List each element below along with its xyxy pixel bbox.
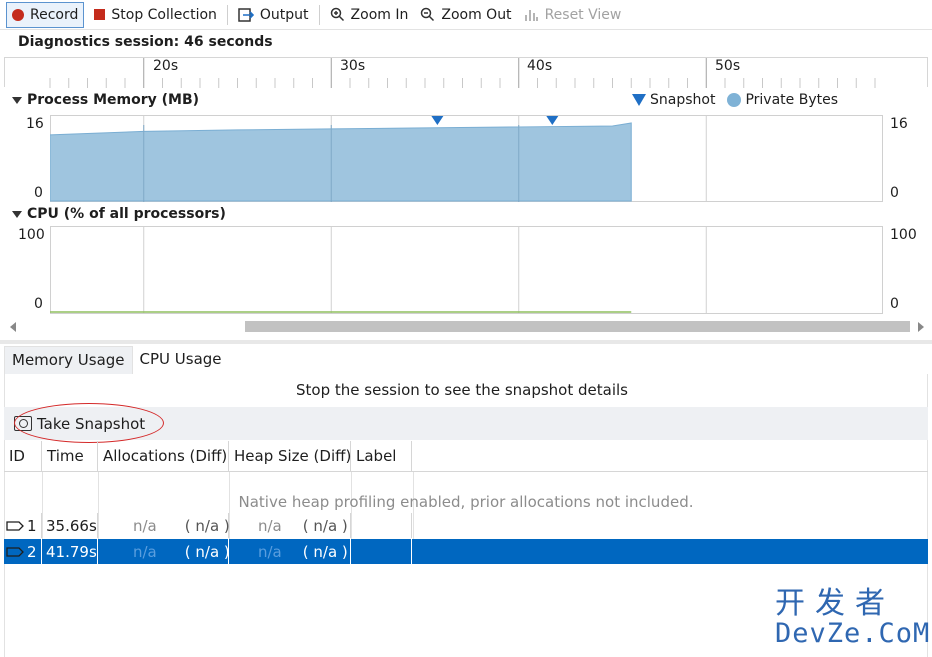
zoom-out-button[interactable]: Zoom Out [414,2,517,28]
row-id-cell: 2 [4,539,42,564]
zoom-in-label: Zoom In [350,6,409,23]
table-row[interactable]: 1 35.66s n/a ( n/a ) n/a ( n/a ) [4,513,928,538]
column-header-heap-size[interactable]: Heap Size (Diff) [229,441,351,471]
cpu-y-min-right: 0 [890,296,899,312]
tab-memory-usage[interactable]: Memory Usage [4,346,133,374]
row-id-cell: 1 [4,513,42,538]
scroll-left-icon[interactable] [10,322,16,332]
memory-y-max-right: 16 [890,116,908,132]
column-header-time[interactable]: Time [42,441,98,471]
memory-y-max-left: 16 [26,116,44,132]
tick-label-30s: 30s [340,58,366,74]
row-label[interactable] [351,513,412,538]
memory-y-min-left: 0 [34,185,43,201]
row-allocations[interactable]: n/a ( n/a ) [98,539,230,564]
scroll-right-icon[interactable] [918,322,924,332]
watermark-line2: DevZe.CoM [775,617,931,649]
stop-icon [94,9,106,20]
timeline-scrollbar[interactable] [4,319,928,335]
zoom-in-button[interactable]: Zoom In [324,2,415,28]
table-row-selected[interactable]: 2 41.79s n/a ( n/a ) n/a ( n/a ) [4,539,928,564]
row-label[interactable] [351,539,412,564]
row-allocations[interactable]: n/a ( n/a ) [98,513,230,538]
collapse-icon [12,210,22,218]
highlight-annotation [14,403,164,443]
memory-chart-title[interactable]: Process Memory (MB) [12,92,199,108]
tick-label-20s: 20s [153,58,179,74]
toolbar-separator [318,4,320,25]
row-alloc-diff: ( n/a ) [184,516,230,535]
column-header-allocations[interactable]: Allocations (Diff) [98,441,229,471]
output-icon [238,7,254,22]
record-icon [12,8,24,21]
cpu-y-max-left: 100 [18,227,45,243]
row-heap-size[interactable]: n/a ( n/a ) [229,539,351,564]
panel-splitter[interactable] [0,340,932,344]
snapshot-marker-icon [632,94,646,106]
snapshot-table-header: ID Time Allocations (Diff) Heap Size (Di… [4,441,928,472]
snapshot-flag-icon [6,520,24,531]
row-heap-value: n/a [258,516,282,535]
column-header-id[interactable]: ID [4,441,42,471]
row-id: 2 [27,542,37,561]
cpu-y-min-left: 0 [34,296,43,312]
tick-label-40s: 40s [527,58,553,74]
watermark-logo: 开发者 DevZe.CoM [775,588,930,648]
cpu-chart-plot[interactable] [50,226,883,314]
output-button[interactable]: Output [232,2,315,28]
row-heap-size[interactable]: n/a ( n/a ) [229,513,351,538]
ruler-ticks [49,58,876,88]
reset-view-button[interactable]: Reset View [518,2,628,28]
cpu-chart-title-label: CPU (% of all processors) [27,206,226,222]
memory-chart-title-label: Process Memory (MB) [27,92,200,108]
memory-legend: Snapshot Private Bytes [632,92,838,108]
reset-view-label: Reset View [544,6,622,23]
tab-cpu-usage[interactable]: CPU Usage [133,346,229,374]
private-bytes-area [50,122,632,202]
watermark-line1: 开发者 [775,586,895,621]
stop-collection-button[interactable]: Stop Collection [88,2,223,28]
scrollbar-thumb[interactable] [245,321,910,332]
timeline-ruler[interactable]: 20s 30s 40s 50s [4,57,928,88]
stop-session-message: Stop the session to see the snapshot det… [296,381,628,399]
row-alloc-value: n/a [133,516,157,535]
stop-collection-label: Stop Collection [111,6,217,23]
row-heap-value: n/a [258,542,282,561]
reset-view-icon [524,10,538,21]
row-alloc-value: n/a [133,542,157,561]
zoom-out-label: Zoom Out [441,6,512,23]
row-alloc-diff: ( n/a ) [184,542,230,561]
tab-bar: Memory Usage CPU Usage [4,346,229,374]
cpu-y-max-right: 100 [890,227,917,243]
toolbar-separator [226,4,228,25]
cpu-chart-title[interactable]: CPU (% of all processors) [12,206,226,222]
collapse-icon [12,96,22,104]
snapshot-flag-icon [6,546,24,557]
row-time[interactable]: 35.66s [42,513,98,538]
tick-label-50s: 50s [715,58,741,74]
memory-chart-plot[interactable] [50,115,883,202]
zoom-in-icon [330,7,344,22]
plot-frame [50,226,883,314]
row-heap-diff: ( n/a ) [302,516,348,535]
session-duration: Diagnostics session: 46 seconds [18,34,273,50]
output-label: Output [259,6,309,23]
row-id: 1 [27,516,37,535]
record-button[interactable]: Record [6,1,85,28]
toolbar: Record Stop Collection Output Zoom In Zo… [0,0,932,30]
heap-profiling-note: Native heap profiling enabled, prior all… [238,493,694,511]
row-heap-diff: ( n/a ) [302,542,348,561]
legend-snapshot: Snapshot [650,92,716,108]
memory-y-min-right: 0 [890,185,899,201]
record-label: Record [30,6,79,23]
row-time[interactable]: 41.79s [42,539,98,564]
column-header-label[interactable]: Label [351,441,412,471]
zoom-out-icon [421,7,435,22]
legend-private-bytes: Private Bytes [745,92,838,108]
private-bytes-dot-icon [727,93,742,107]
